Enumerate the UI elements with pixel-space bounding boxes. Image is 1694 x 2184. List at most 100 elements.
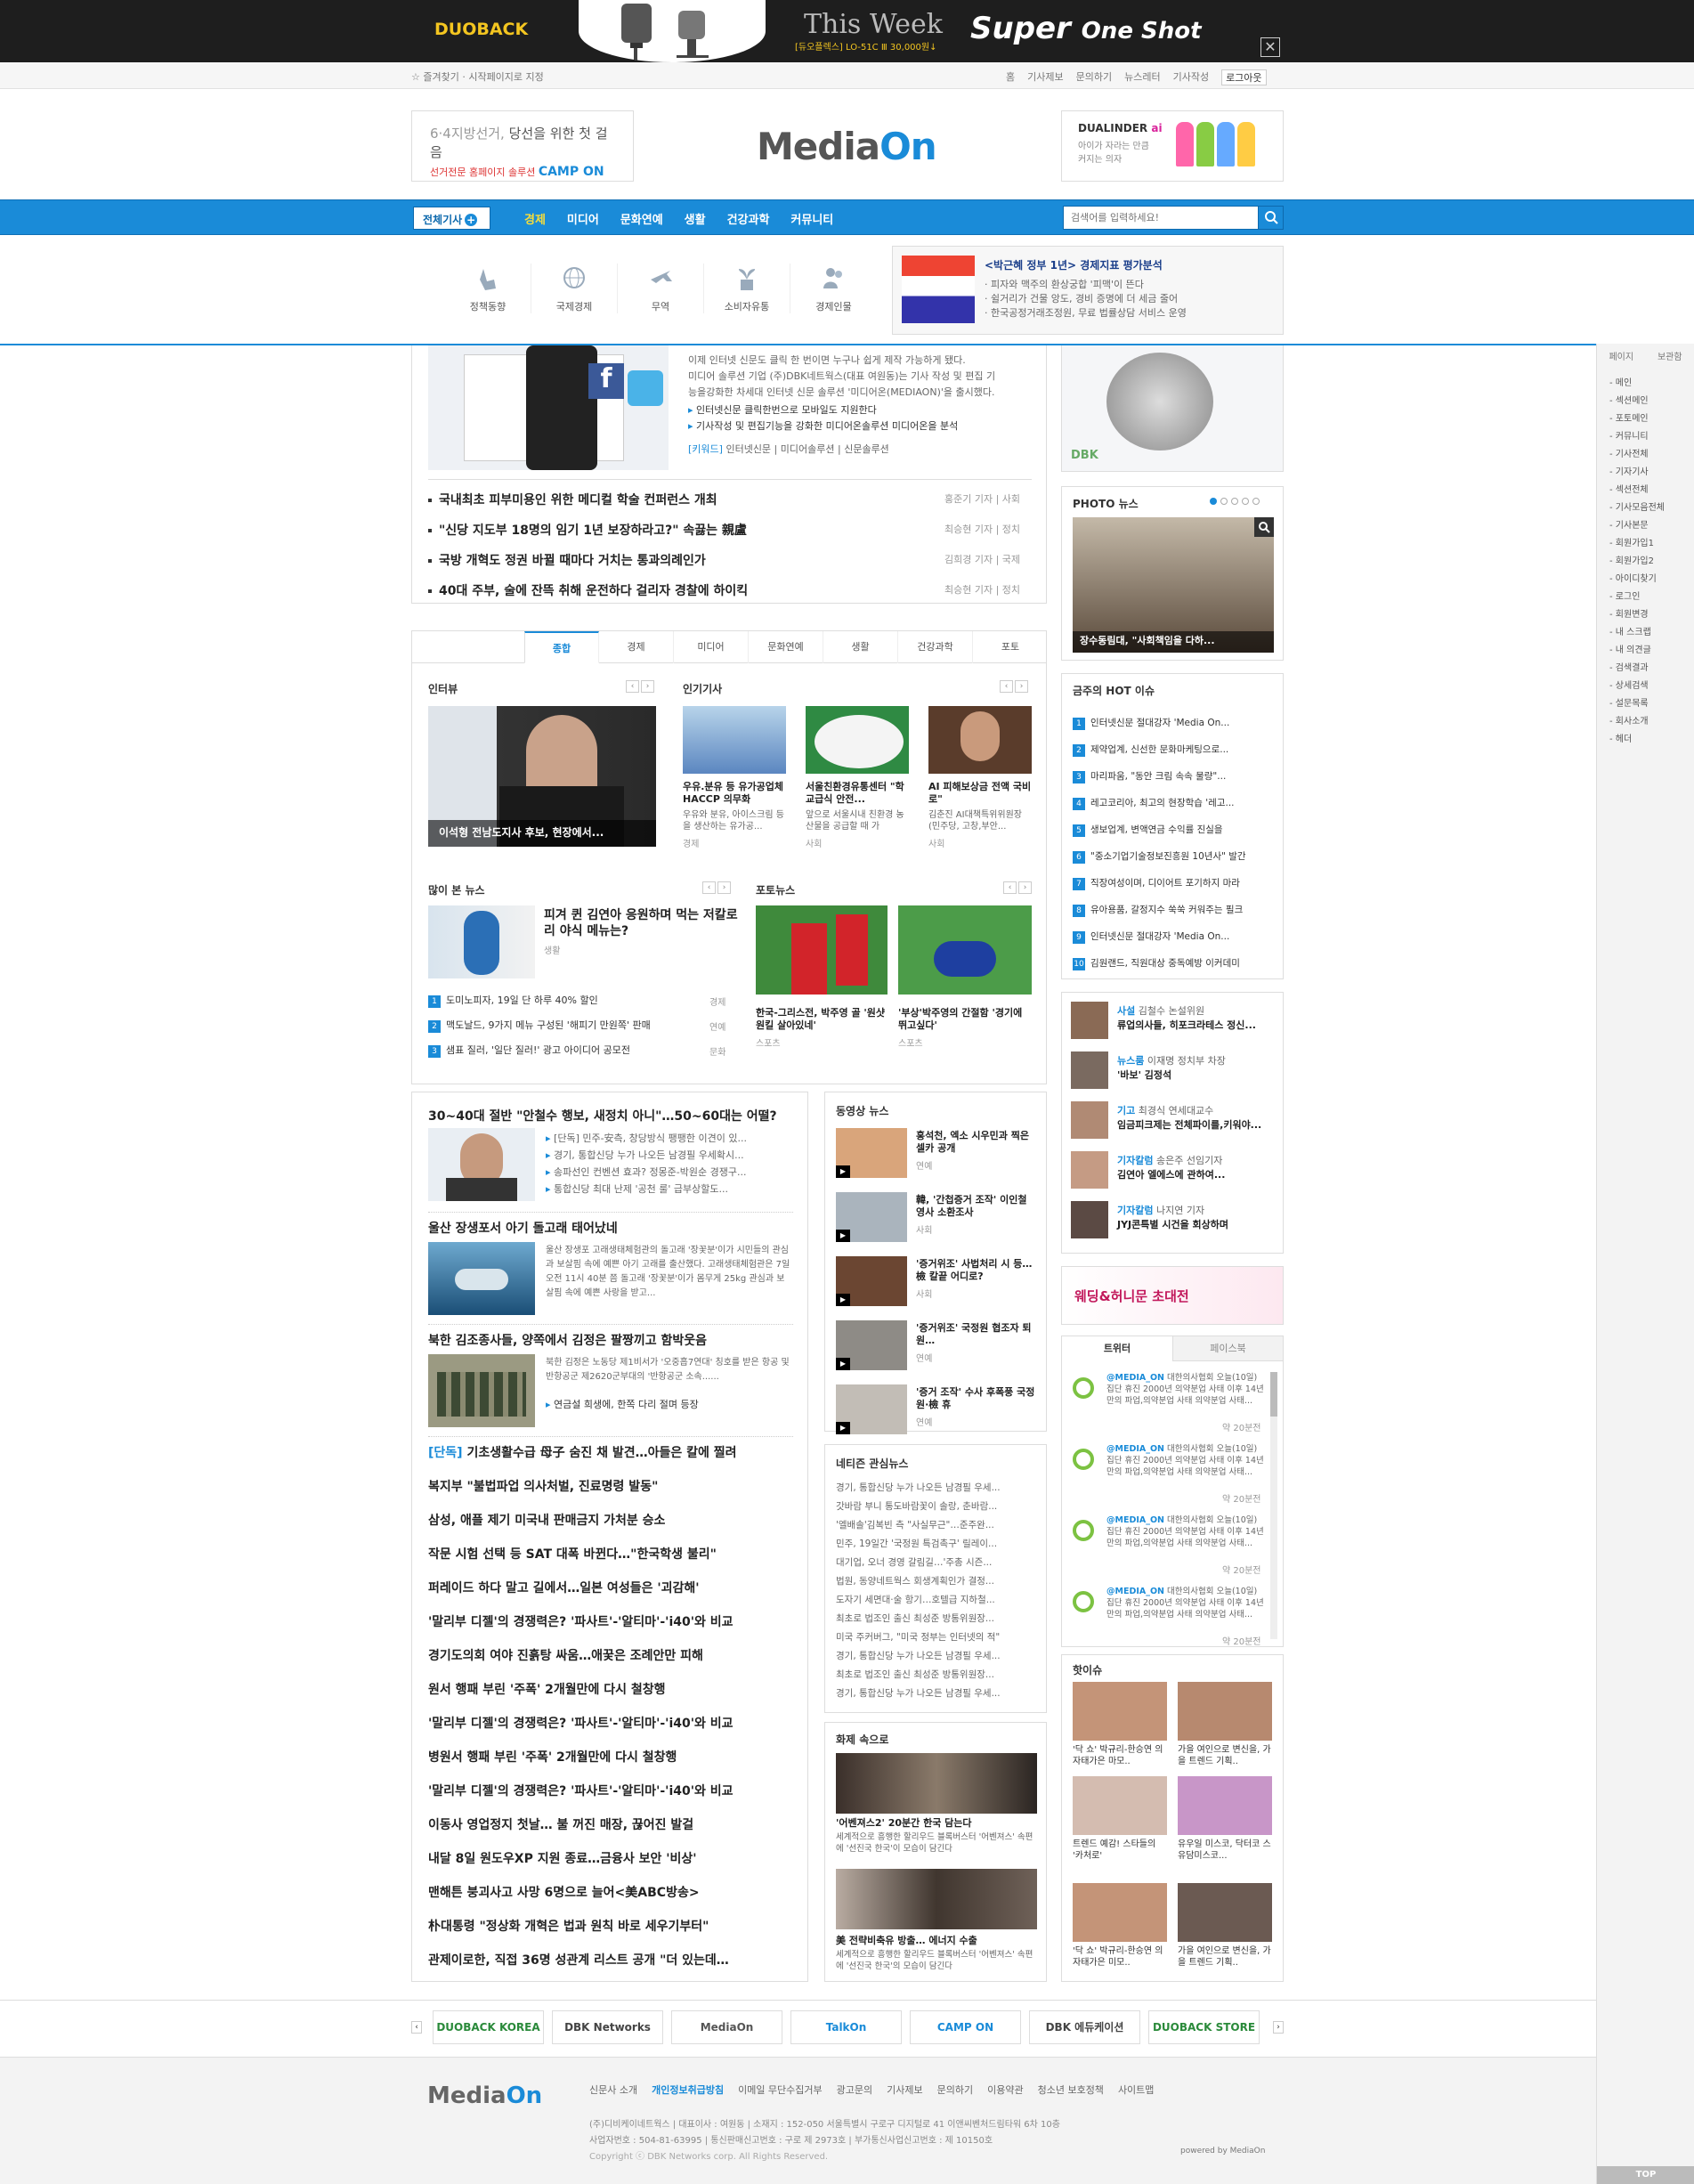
footer-link[interactable]: 이메일 무단수집거부: [738, 2083, 823, 2097]
sidebar-item[interactable]: 회원가입1: [1616, 539, 1654, 548]
popular-title-3[interactable]: AI 피해보상금 전액 국비로": [928, 781, 1032, 806]
subnav-policy[interactable]: 정책동향: [445, 264, 531, 313]
video-thumb-2[interactable]: ▶: [836, 1192, 907, 1242]
hot-item[interactable]: 마리파움, "동안 크림 속속 물량"...: [1090, 771, 1226, 782]
sidebar-item[interactable]: 검색결과: [1616, 663, 1649, 673]
mostview-photo[interactable]: [428, 905, 535, 978]
footer-logo[interactable]: MediaOn: [427, 2083, 542, 2109]
subnav-people[interactable]: 경제인물: [790, 264, 877, 313]
search-input[interactable]: [1064, 207, 1258, 229]
hot-item[interactable]: 인터넷신문 절대강자 'Media On...: [1090, 931, 1229, 942]
photonews-title-2[interactable]: '부상'박주영의 간절함 '경기에 뛰고싶다': [898, 1007, 1032, 1032]
footer-link[interactable]: 사이트맵: [1118, 2083, 1154, 2097]
all-articles-button[interactable]: 전체기사 +: [413, 207, 490, 230]
netizen-item[interactable]: '엘배솔'김복빈 측 "사실무근"…준주완...: [836, 1516, 1039, 1535]
hot-issue-photo-3[interactable]: [1073, 1776, 1167, 1835]
tab-life[interactable]: 생활: [823, 631, 898, 663]
story-3-link[interactable]: 연금설 희생에, 한쪽 다리 절며 등장: [554, 1399, 699, 1410]
tab-facebook[interactable]: 페이스북: [1172, 1336, 1283, 1361]
more-headline-15[interactable]: 朴대통령 "정상화 개혁은 법과 원칙 바로 세우기부터": [428, 1917, 709, 1935]
video-title-4[interactable]: '증거위조' 국정원 협조자 퇴원…: [916, 1322, 1037, 1347]
util-home[interactable]: 홈: [1006, 69, 1015, 85]
sidebar-tab-storage[interactable]: 보관함: [1646, 349, 1694, 362]
mostview-item-2[interactable]: 맥도날드, 9가지 메뉴 구성된 '해피기 만원쪽' 판매: [446, 1019, 651, 1031]
sidebar-item[interactable]: 상세검색: [1616, 681, 1649, 691]
video-thumb-4[interactable]: ▶: [836, 1320, 907, 1370]
footer-link[interactable]: 신문사 소개: [589, 2083, 637, 2097]
photonews-title-1[interactable]: 한국-그리스전, 박주영 골 '원샷원킬 살아있네': [756, 1007, 888, 1032]
hot-issue-photo-6[interactable]: [1178, 1883, 1272, 1942]
sidebar-item[interactable]: 내 스크랩: [1616, 628, 1651, 637]
sidebar-item[interactable]: 기사본문: [1616, 521, 1649, 531]
next-arrow-icon[interactable]: ›: [641, 680, 654, 693]
story-3-title[interactable]: 북한 김조종사들, 양쪽에서 김정은 팔짱끼고 함박웃음: [428, 1331, 707, 1349]
footer-link[interactable]: 청소년 보호정책: [1038, 2083, 1104, 2097]
more-headline-16[interactable]: 관제이로한, 직접 36명 성관계 리스트 공개 "더 있는데…: [428, 1951, 729, 1969]
sidebar-item[interactable]: 기사전체: [1616, 450, 1649, 459]
more-headline-9[interactable]: '말리부 디젤'의 경쟁력은? '파사트'-'알티마'-'i40'와 비교: [428, 1714, 734, 1732]
netizen-item[interactable]: 경기, 통합신당 누가 나오든 남경필 우세...: [836, 1685, 1039, 1703]
sidebar-item[interactable]: 회원변경: [1616, 610, 1649, 620]
subnav-consumer[interactable]: 소비자유통: [704, 264, 790, 313]
story-1-sub-1[interactable]: [단독] 민주-安측, 창당방식 팽팽한 이견이 있...: [554, 1133, 747, 1144]
headline-3[interactable]: 국방 개혁도 정권 바뀔 때마다 거치는 통과의례인가: [439, 554, 706, 568]
logout-button[interactable]: 로그아웃: [1221, 69, 1267, 85]
hot-item[interactable]: 김원랜드, 직원대상 중독예방 이커데미: [1090, 958, 1240, 969]
footer-link[interactable]: 광고문의: [837, 2083, 872, 2097]
bookmark-link[interactable]: ☆ 즐겨찾기 · 시작페이지로 지정: [411, 69, 544, 84]
video-title-1[interactable]: 홍석천, 엑소 시우민과 찍은 셀카 공개: [916, 1130, 1037, 1155]
hot-item[interactable]: 레고코리아, 최고의 현장학습 '레고...: [1090, 798, 1235, 808]
nav-life[interactable]: 생활: [674, 210, 717, 227]
subnav-trade[interactable]: 무역: [618, 264, 704, 313]
partner-logo[interactable]: DUOBACK KOREA: [433, 2010, 544, 2044]
nav-community[interactable]: 커뮤니티: [780, 210, 844, 227]
lead-link-1[interactable]: 인터넷신문 클릭한번으로 모바일도 지원한다: [696, 404, 877, 416]
partner-logo[interactable]: MediaOn: [671, 2010, 782, 2044]
popular-photo-2[interactable]: [806, 706, 909, 774]
partner-logo[interactable]: DBK Networks: [552, 2010, 663, 2044]
more-headline-3[interactable]: 삼성, 애플 제기 미국내 판매금지 가처분 승소: [428, 1511, 665, 1529]
netizen-item[interactable]: 최초로 법조인 출신 최성준 방통위원장...: [836, 1610, 1039, 1628]
util-report[interactable]: 기사제보: [1027, 69, 1063, 85]
sidebar-item[interactable]: 헤더: [1616, 735, 1632, 744]
column-title-1[interactable]: 류업의사들, 히포크라테스 정신...: [1117, 1019, 1256, 1032]
sns-scrollbar[interactable]: [1270, 1372, 1277, 1639]
video-title-3[interactable]: '증거위조' 사법처리 시 등…檢 칼끝 어디로?: [916, 1258, 1037, 1283]
hot-item[interactable]: 직장여성이며, 디이어트 포기하지 마라: [1090, 878, 1240, 889]
photo-news-image[interactable]: 장수동림대, "사회책임을 다하...: [1073, 517, 1274, 653]
sidebar-tab-pages[interactable]: 페이지: [1597, 349, 1646, 362]
sidebar-item[interactable]: 포토메인: [1616, 414, 1649, 424]
util-contact[interactable]: 문의하기: [1076, 69, 1112, 85]
subnav-global[interactable]: 국제경제: [531, 264, 618, 313]
column-title-5[interactable]: JYJ콘특별 시건을 회상하며: [1117, 1219, 1228, 1231]
hot-issue-photo-1[interactable]: [1073, 1682, 1167, 1741]
hot-title-2[interactable]: 美 전략비축유 방출… 에너지 수출: [836, 1935, 977, 1947]
popular-photo-3[interactable]: [928, 706, 1032, 774]
tab-twitter[interactable]: 트위터: [1062, 1336, 1172, 1361]
prev-arrow-icon[interactable]: ‹: [626, 680, 639, 693]
prev-arrow-icon[interactable]: ‹: [1000, 680, 1013, 693]
more-headline-13[interactable]: 내달 8일 원도우XP 지원 종료…금융사 보안 '비상': [428, 1849, 697, 1867]
hot-item[interactable]: 유아용품, 갈정지수 쑥쑥 커워주는 필크: [1090, 905, 1243, 915]
more-headline-5[interactable]: 퍼레이드 하다 말고 길에서…일본 여성들은 '괴감해': [428, 1579, 700, 1596]
story-1-title[interactable]: 30~40대 절반 "안철수 행보, 새정치 아니"…50~60대는 어떨?: [428, 1107, 777, 1124]
more-headline-7[interactable]: 경기도의회 여야 진흙탕 싸움…애꿎은 조례안만 피해: [428, 1646, 703, 1664]
keyword-3[interactable]: 신문솔루션: [844, 443, 889, 455]
top-button[interactable]: TOP: [1597, 2166, 1694, 2184]
zoom-icon[interactable]: [1254, 517, 1274, 537]
sidebar-item[interactable]: 내 의견글: [1616, 645, 1651, 655]
sidebar-item[interactable]: 기자기사: [1616, 467, 1649, 477]
next-arrow-icon[interactable]: ›: [717, 881, 731, 894]
video-title-2[interactable]: 韓, '간첩증거 조작' 이인철 영사 소환조사: [916, 1194, 1037, 1219]
video-thumb-3[interactable]: ▶: [836, 1256, 907, 1306]
nav-media[interactable]: 미디어: [556, 210, 610, 227]
hot-issue-photo-5[interactable]: [1073, 1883, 1167, 1942]
netizen-item[interactable]: 법원, 동양네트웍스 회생계획인가 결정...: [836, 1572, 1039, 1591]
netizen-item[interactable]: 미국 주커버그, "미국 정부는 인터넷의 적": [836, 1628, 1039, 1647]
hot-item[interactable]: 생보업계, 변액연금 수익률 진실을: [1090, 824, 1223, 835]
util-write[interactable]: 기사작성: [1173, 69, 1209, 85]
column-title-4[interactable]: 김연아 엘에스에 관하여...: [1117, 1169, 1225, 1181]
ad-close-icon[interactable]: ✕: [1260, 37, 1280, 57]
lead-link-2[interactable]: 기사작성 및 편집기능을 강화한 미디어온솔루션 미디어온을 분석: [696, 420, 958, 432]
photonews-photo-1[interactable]: [756, 905, 888, 995]
